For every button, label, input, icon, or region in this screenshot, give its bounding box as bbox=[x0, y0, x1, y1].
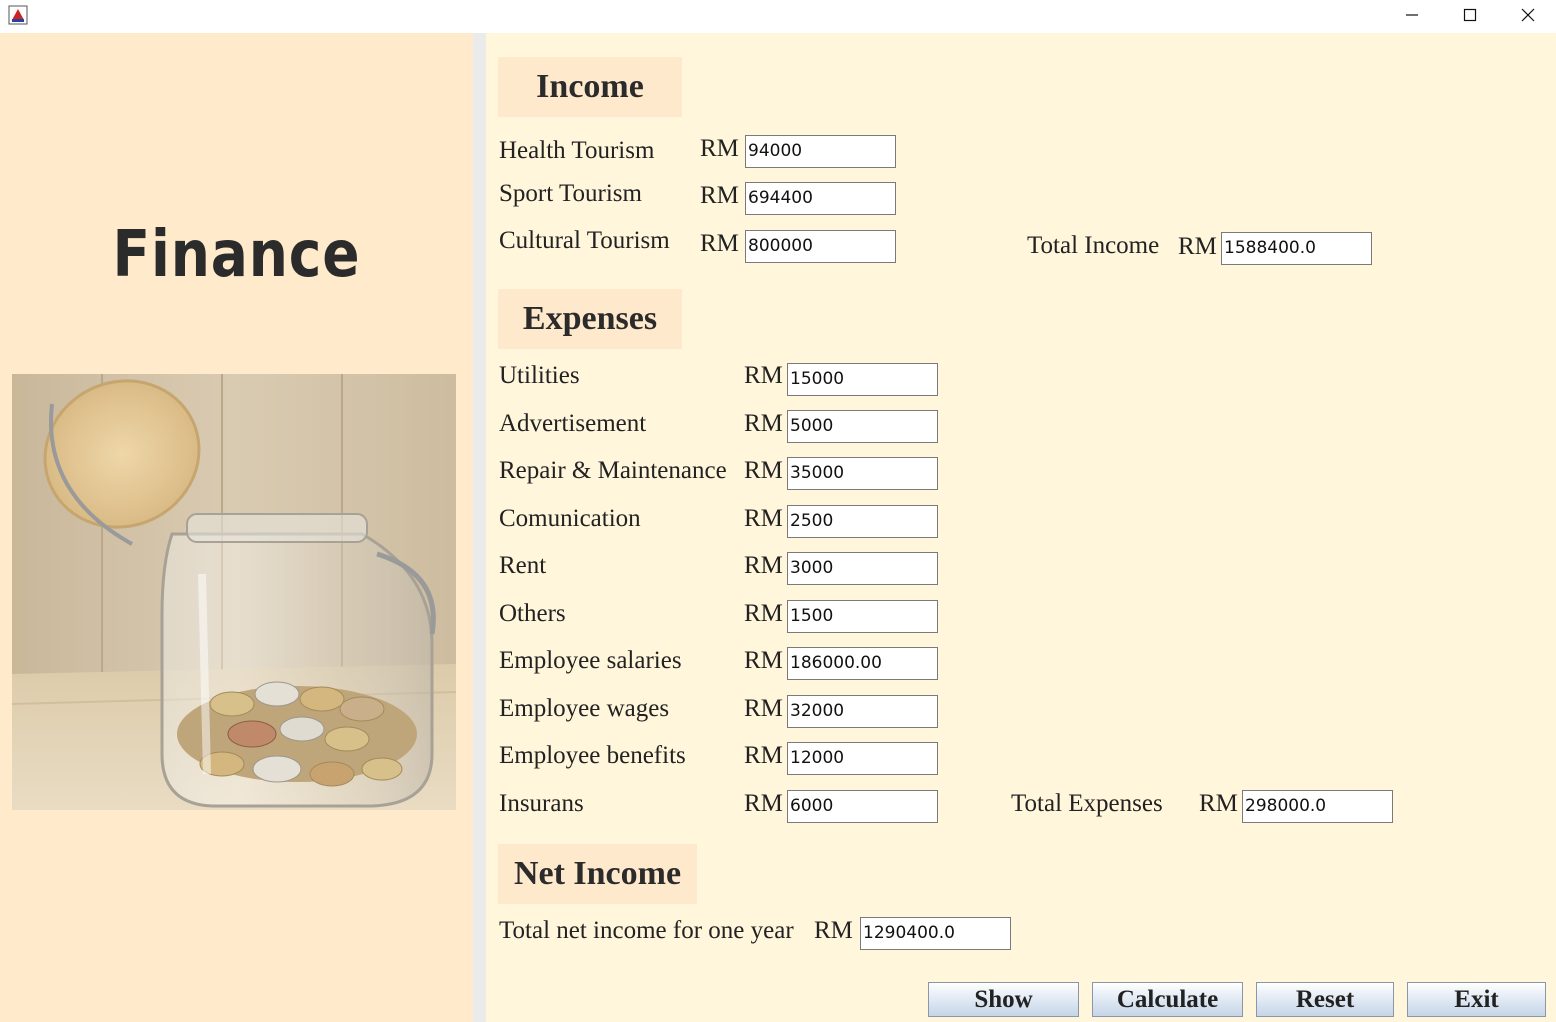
sport-tourism-input[interactable]: 694400 bbox=[745, 182, 896, 215]
employee-benefits-input[interactable]: 12000 bbox=[787, 742, 938, 775]
rent-label: Rent bbox=[499, 552, 547, 579]
exit-button[interactable]: Exit bbox=[1407, 982, 1546, 1017]
calculate-button[interactable]: Calculate bbox=[1092, 982, 1243, 1017]
java-app-icon bbox=[8, 5, 28, 25]
right-panel: Income Health Tourism RM 94000 Sport Tou… bbox=[486, 33, 1556, 1022]
income-header: Income bbox=[498, 57, 682, 117]
net-income-header: Net Income bbox=[498, 844, 697, 904]
utilities-currency: RM bbox=[744, 362, 783, 389]
total-expenses-field[interactable]: 298000.0 bbox=[1242, 790, 1393, 823]
advertisement-label: Advertisement bbox=[499, 410, 647, 437]
expenses-header: Expenses bbox=[498, 289, 682, 349]
others-input[interactable]: 1500 bbox=[787, 600, 938, 633]
coin-jar-photo bbox=[12, 374, 456, 810]
insurance-label: Insurans bbox=[499, 790, 584, 817]
cultural-tourism-input[interactable]: 800000 bbox=[745, 230, 896, 263]
total-income-field[interactable]: 1588400.0 bbox=[1221, 232, 1372, 265]
employee-wages-label: Employee wages bbox=[499, 695, 670, 722]
net-income-label: Total net income for one year bbox=[499, 917, 794, 944]
repair-maintenance-currency: RM bbox=[744, 457, 783, 484]
total-income-label: Total Income bbox=[1027, 232, 1160, 259]
employee-salaries-currency: RM bbox=[744, 647, 783, 674]
employee-salaries-input[interactable]: 186000.00 bbox=[787, 647, 938, 680]
minimize-button[interactable] bbox=[1383, 0, 1441, 30]
employee-wages-input[interactable]: 32000 bbox=[787, 695, 938, 728]
finance-title: Finance bbox=[112, 218, 361, 292]
repair-maintenance-label: Repair & Maintenance bbox=[499, 457, 727, 484]
health-tourism-label: Health Tourism bbox=[499, 137, 655, 164]
communication-input[interactable]: 2500 bbox=[787, 505, 938, 538]
insurance-input[interactable]: 6000 bbox=[787, 790, 938, 823]
communication-label: Comunication bbox=[499, 505, 641, 532]
net-income-currency: RM bbox=[814, 917, 853, 944]
repair-maintenance-input[interactable]: 35000 bbox=[787, 457, 938, 490]
utilities-input[interactable]: 15000 bbox=[787, 363, 938, 396]
net-income-field[interactable]: 1290400.0 bbox=[860, 917, 1011, 950]
others-label: Others bbox=[499, 600, 566, 627]
advertisement-input[interactable]: 5000 bbox=[787, 410, 938, 443]
employee-benefits-label: Employee benefits bbox=[499, 742, 686, 769]
total-income-currency: RM bbox=[1178, 233, 1217, 260]
employee-benefits-currency: RM bbox=[744, 742, 783, 769]
total-expenses-currency: RM bbox=[1199, 790, 1238, 817]
reset-button[interactable]: Reset bbox=[1256, 982, 1394, 1017]
maximize-button[interactable] bbox=[1441, 0, 1499, 30]
employee-salaries-label: Employee salaries bbox=[499, 647, 682, 674]
panel-divider[interactable] bbox=[473, 33, 486, 1022]
title-bar bbox=[0, 0, 1556, 33]
total-expenses-label: Total Expenses bbox=[1011, 790, 1163, 817]
utilities-label: Utilities bbox=[499, 362, 580, 389]
health-tourism-input[interactable]: 94000 bbox=[745, 135, 896, 168]
employee-wages-currency: RM bbox=[744, 695, 783, 722]
health-tourism-currency: RM bbox=[700, 135, 739, 162]
advertisement-currency: RM bbox=[744, 410, 783, 437]
cultural-tourism-currency: RM bbox=[700, 230, 739, 257]
maximize-icon bbox=[1463, 8, 1477, 22]
close-button[interactable] bbox=[1499, 0, 1556, 30]
others-currency: RM bbox=[744, 600, 783, 627]
close-icon bbox=[1521, 8, 1535, 22]
rent-input[interactable]: 3000 bbox=[787, 552, 938, 585]
communication-currency: RM bbox=[744, 505, 783, 532]
show-button[interactable]: Show bbox=[928, 982, 1079, 1017]
left-panel: Finance bbox=[0, 33, 473, 1022]
minimize-icon bbox=[1406, 14, 1418, 16]
rent-currency: RM bbox=[744, 552, 783, 579]
sport-tourism-currency: RM bbox=[700, 182, 739, 209]
sport-tourism-label: Sport Tourism bbox=[499, 180, 642, 207]
cultural-tourism-label: Cultural Tourism bbox=[499, 227, 670, 254]
insurance-currency: RM bbox=[744, 790, 783, 817]
